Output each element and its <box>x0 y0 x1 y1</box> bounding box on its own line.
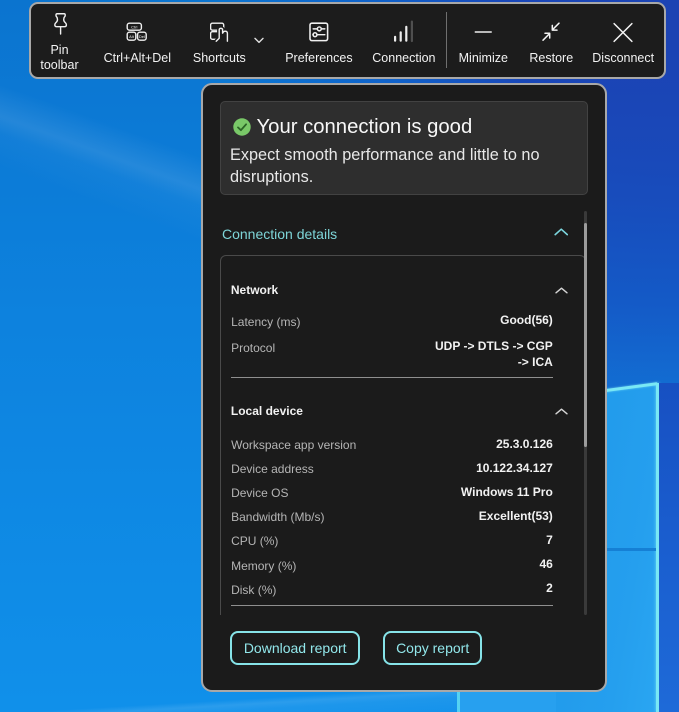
svg-text:Alt: Alt <box>129 34 135 39</box>
svg-text:Del: Del <box>139 34 145 39</box>
svg-text:Ctrl: Ctrl <box>131 24 137 29</box>
